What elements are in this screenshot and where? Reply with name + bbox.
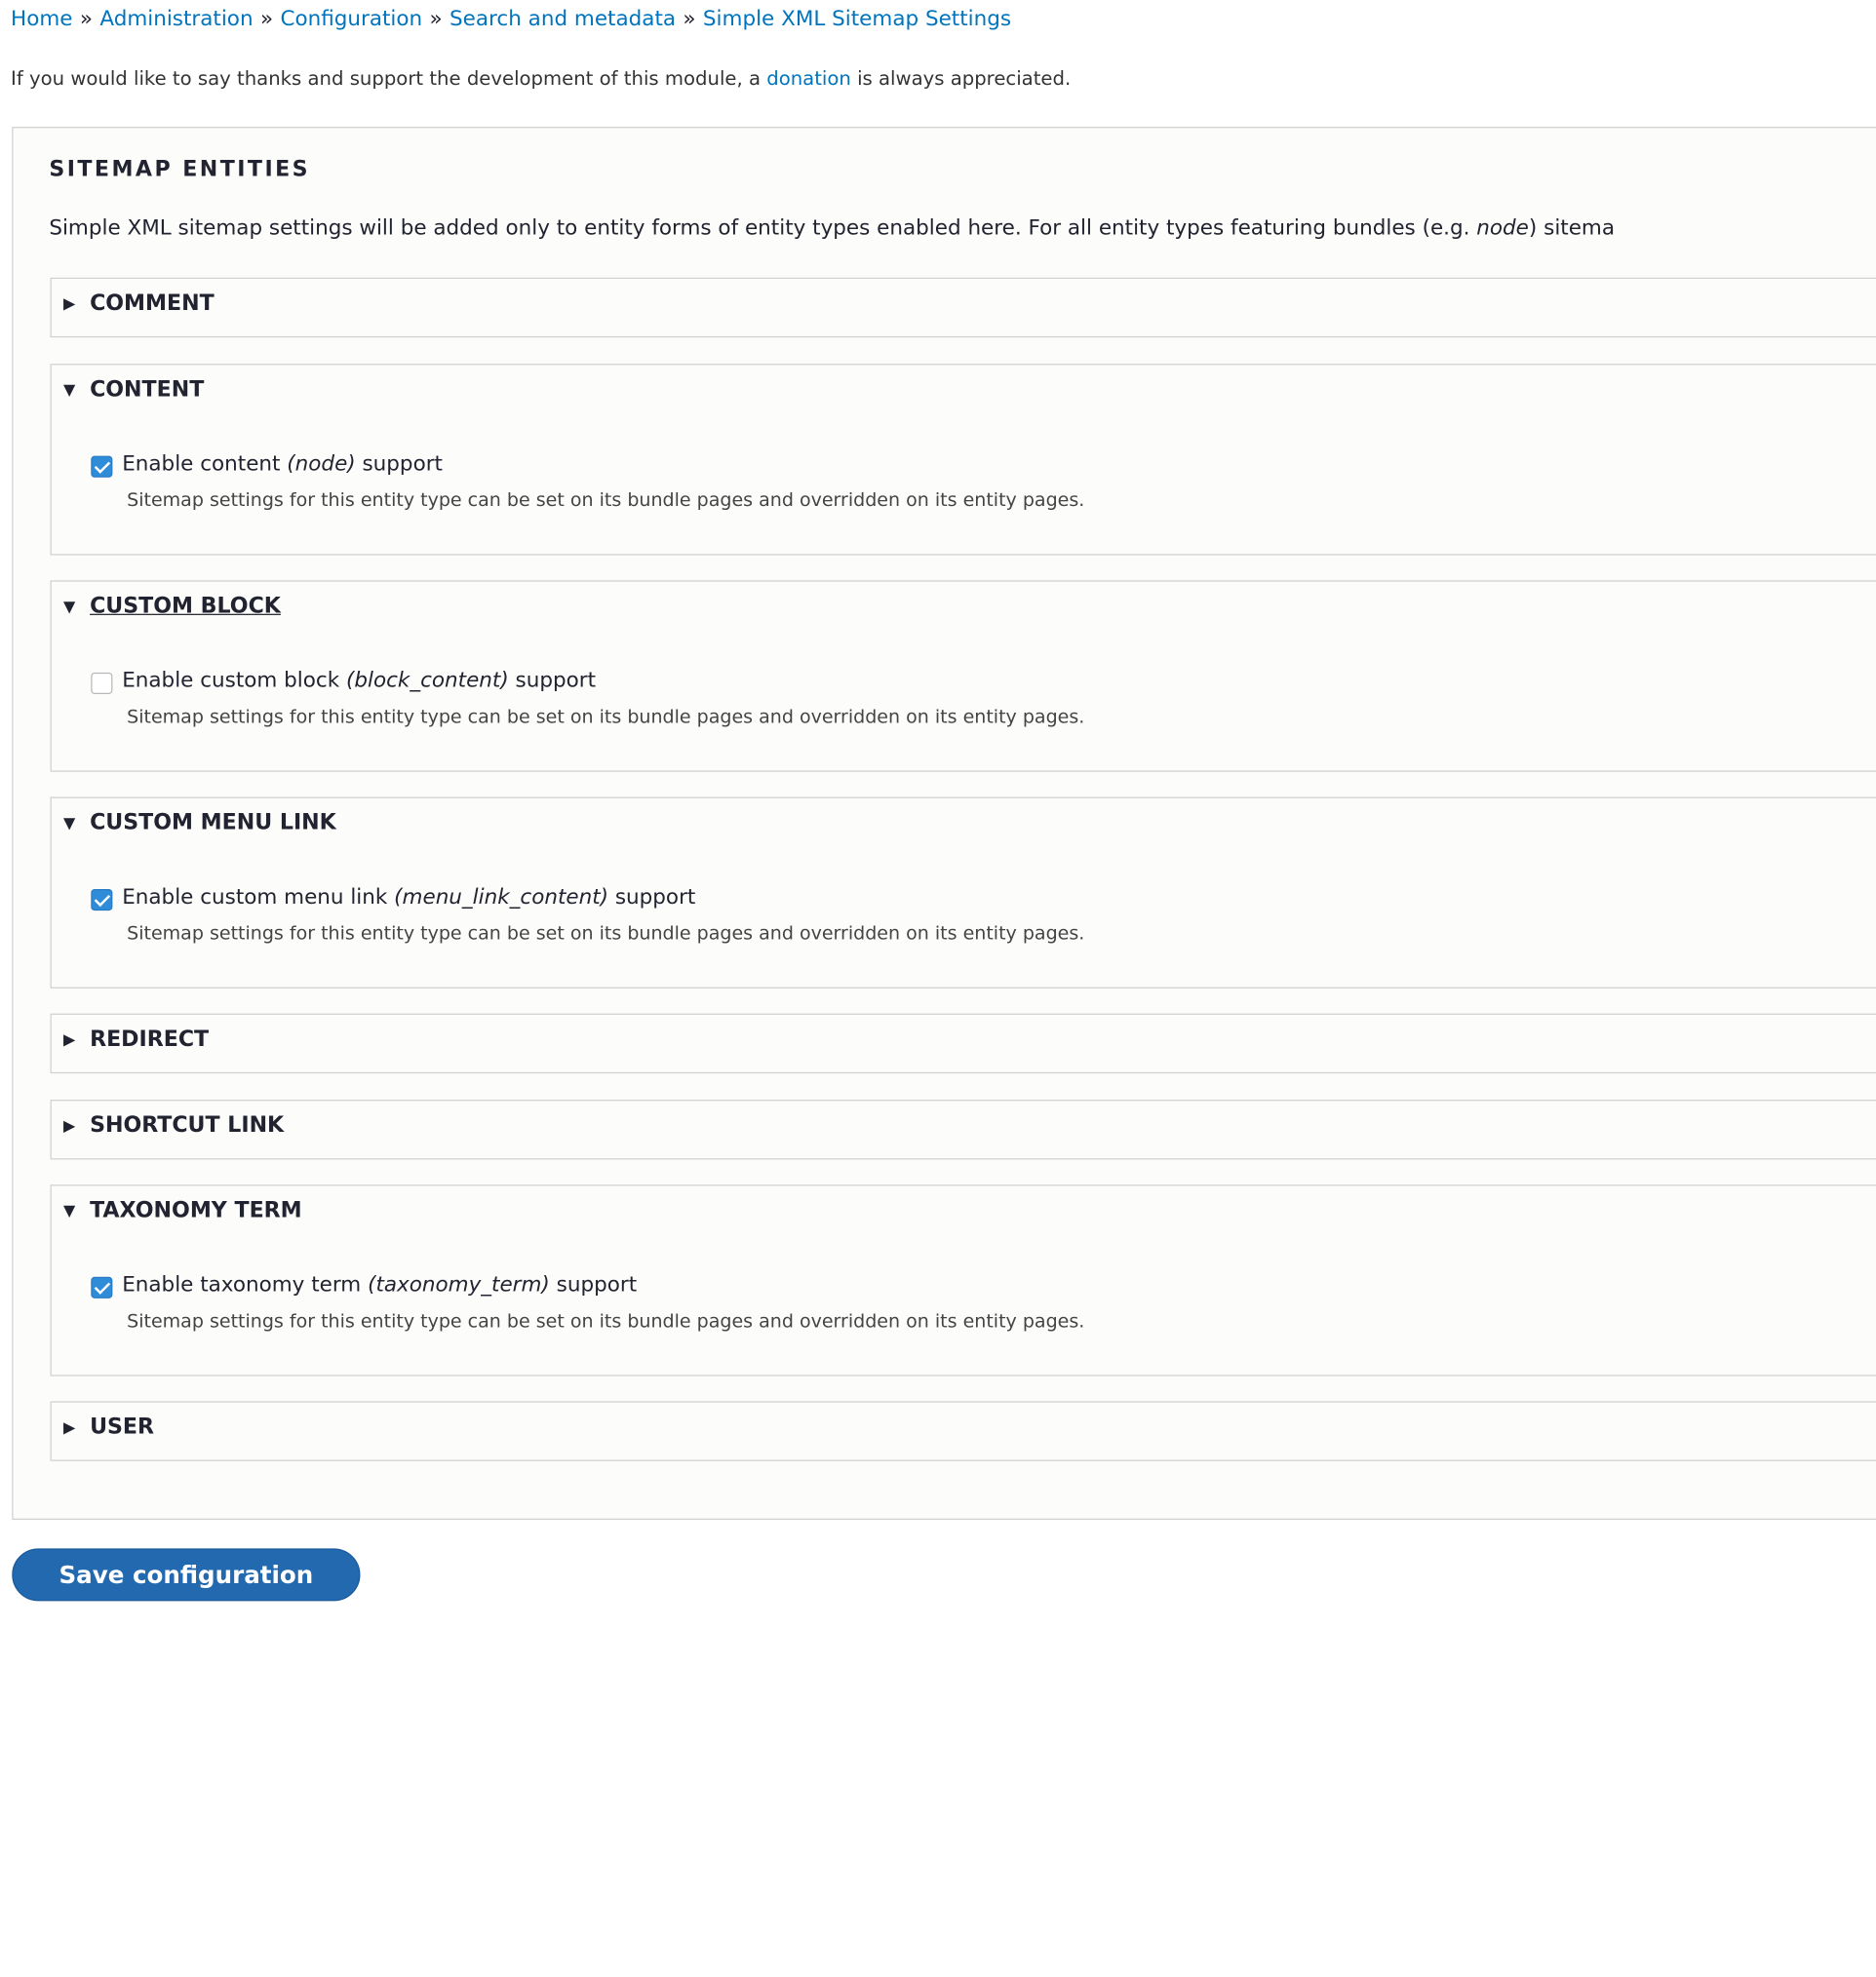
summary-user[interactable]: ▶ USER: [63, 1415, 154, 1440]
details-custom-menu-link: ▼ CUSTOM MENU LINK Enable custom menu lin…: [50, 796, 1876, 988]
option-label[interactable]: Enable taxonomy term (taxonomy_term) sup…: [122, 1273, 637, 1298]
summary-label: USER: [90, 1414, 155, 1440]
donation-message-after: is always appreciated.: [850, 66, 1072, 91]
breadcrumb-separator: »: [683, 7, 696, 31]
breadcrumb: Home» Administration» Configuration» Search…: [11, 7, 1011, 31]
triangle-down-icon: ▼: [63, 1202, 76, 1221]
option-label[interactable]: Enable custom block (block_content) supp…: [122, 669, 596, 693]
triangle-right-icon: ▶: [63, 1117, 76, 1136]
summary-comment[interactable]: ▶ COMMENT: [63, 291, 215, 316]
breadcrumb-search-metadata-link[interactable]: Search and metadata: [449, 7, 676, 31]
details-comment: ▶ COMMENT: [50, 277, 1876, 338]
triangle-right-icon: ▶: [63, 295, 76, 314]
summary-label: CONTENT: [90, 376, 205, 403]
fieldset-description-before: Simple XML sitemap settings will be adde…: [49, 216, 1477, 241]
option-label-suffix: support: [508, 669, 597, 693]
donation-message-before: If you would like to say thanks and supp…: [11, 66, 767, 91]
breadcrumb-separator: »: [429, 7, 443, 31]
details-user: ▶ USER: [50, 1401, 1876, 1461]
enable-content-checkbox[interactable]: [91, 455, 113, 478]
option-label-prefix: Enable content: [122, 451, 288, 477]
option-label-prefix: Enable taxonomy term: [122, 1273, 369, 1298]
option-label-machine-name: (menu_link_content): [394, 885, 609, 910]
fieldset-legend: SITEMAP ENTITIES: [49, 156, 311, 182]
enable-custom-block-checkbox[interactable]: [91, 672, 113, 694]
option-description: Sitemap settings for this entity type ca…: [127, 922, 1085, 945]
details-content: ▼ CONTENT Enable content (node) support S…: [50, 364, 1876, 556]
summary-content[interactable]: ▼ CONTENT: [63, 377, 204, 403]
enable-taxonomy-term-checkbox[interactable]: [91, 1276, 113, 1299]
details-shortcut-link: ▶ SHORTCUT LINK: [50, 1100, 1876, 1160]
breadcrumb-administration-link[interactable]: Administration: [99, 7, 253, 31]
option-label-prefix: Enable custom menu link: [122, 885, 395, 910]
option-label[interactable]: Enable content (node) support: [122, 452, 443, 477]
details-redirect: ▶ REDIRECT: [50, 1013, 1876, 1074]
summary-label: COMMENT: [90, 291, 215, 317]
fieldset-description-em: node: [1476, 216, 1529, 241]
triangle-right-icon: ▶: [63, 1031, 76, 1050]
option-label[interactable]: Enable custom menu link (menu_link_conte…: [122, 885, 695, 910]
option-description: Sitemap settings for this entity type ca…: [127, 706, 1085, 728]
summary-label: CUSTOM MENU LINK: [90, 810, 336, 835]
option-label-suffix: support: [608, 885, 696, 910]
fieldset-description-after: ) sitema: [1528, 216, 1616, 241]
triangle-down-icon: ▼: [63, 814, 76, 833]
summary-redirect[interactable]: ▶ REDIRECT: [63, 1027, 209, 1052]
triangle-right-icon: ▶: [63, 1418, 76, 1438]
triangle-down-icon: ▼: [63, 598, 76, 617]
summary-label: CUSTOM BLOCK: [90, 593, 281, 619]
summary-label: SHORTCUT LINK: [90, 1112, 285, 1139]
breadcrumb-configuration-link[interactable]: Configuration: [280, 7, 422, 31]
triangle-down-icon: ▼: [63, 381, 76, 400]
sitemap-entities-fieldset: SITEMAP ENTITIES Simple XML sitemap sett…: [12, 127, 1876, 1520]
donation-message: If you would like to say thanks and supp…: [11, 67, 1071, 90]
option-label-suffix: support: [355, 451, 443, 477]
option-description: Sitemap settings for this entity type ca…: [127, 489, 1085, 512]
details-taxonomy-term: ▼ TAXONOMY TERM Enable taxonomy term (tax…: [50, 1184, 1876, 1376]
option-label-machine-name: (taxonomy_term): [368, 1273, 550, 1298]
breadcrumb-sitemap-settings-link[interactable]: Simple XML Sitemap Settings: [703, 7, 1011, 31]
summary-custom-menu-link[interactable]: ▼ CUSTOM MENU LINK: [63, 810, 336, 835]
breadcrumb-separator: »: [79, 7, 94, 31]
option-label-machine-name: (block_content): [345, 669, 509, 693]
enable-custom-menu-link-checkbox[interactable]: [91, 889, 113, 911]
details-custom-block: ▼ CUSTOM BLOCK Enable custom block (block…: [50, 580, 1876, 772]
summary-custom-block[interactable]: ▼ CUSTOM BLOCK: [63, 594, 281, 619]
summary-label: TAXONOMY TERM: [90, 1197, 302, 1223]
summary-shortcut-link[interactable]: ▶ SHORTCUT LINK: [63, 1113, 284, 1139]
summary-taxonomy-term[interactable]: ▼ TAXONOMY TERM: [63, 1198, 302, 1223]
summary-label: REDIRECT: [90, 1027, 210, 1052]
donation-link[interactable]: donation: [766, 67, 851, 90]
fieldset-description: Simple XML sitemap settings will be adde…: [49, 216, 1615, 241]
breadcrumb-home-link[interactable]: Home: [11, 7, 72, 31]
option-description: Sitemap settings for this entity type ca…: [127, 1310, 1085, 1333]
page: Home» Administration» Configuration» Search…: [0, 0, 1876, 1977]
save-configuration-button[interactable]: Save configuration: [12, 1548, 361, 1602]
option-label-machine-name: (node): [287, 451, 356, 477]
option-label-prefix: Enable custom block: [122, 669, 346, 693]
breadcrumb-separator: »: [259, 7, 274, 31]
option-label-suffix: support: [549, 1273, 638, 1298]
